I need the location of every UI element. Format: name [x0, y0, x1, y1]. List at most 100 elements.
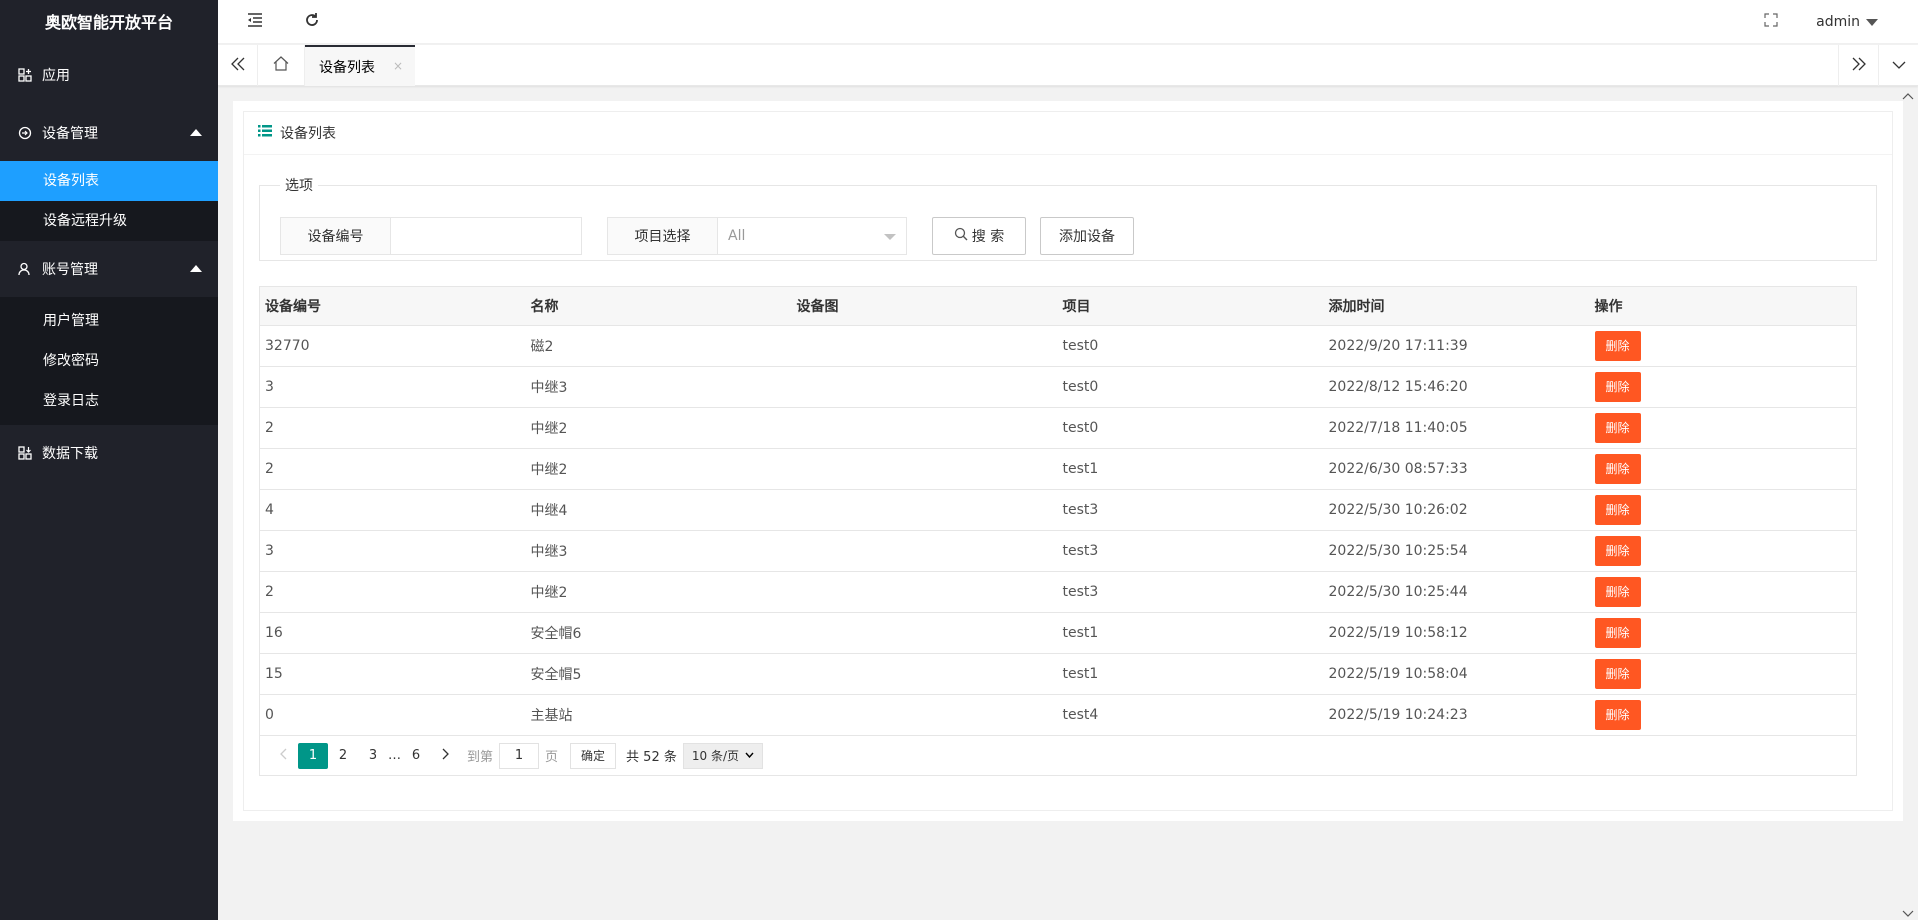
- sidebar-item-account-management[interactable]: 账号管理: [0, 241, 218, 297]
- page-1[interactable]: 1: [298, 742, 328, 769]
- project-select-label: 项目选择: [608, 218, 718, 254]
- cell-name: 中继2: [525, 407, 792, 449]
- page-6[interactable]: 6: [401, 743, 431, 769]
- fullscreen-button[interactable]: [1749, 0, 1793, 44]
- device-management-submenu: 设备列表 设备远程升级: [0, 161, 218, 241]
- sidebar-item-data-download[interactable]: 数据下载: [0, 425, 218, 481]
- collapse-caret-icon: [190, 129, 202, 136]
- cell-device-no: 2: [259, 448, 526, 490]
- sidebar-item-device-upgrade[interactable]: 设备远程升级: [0, 201, 218, 241]
- sidebar-item-label: 设备管理: [42, 126, 98, 142]
- col-image[interactable]: 设备图: [791, 286, 1058, 326]
- page-ellipsis: …: [388, 748, 401, 763]
- page-size-select[interactable]: 10 条/页: [682, 742, 763, 769]
- search-button[interactable]: 搜 索: [932, 217, 1026, 255]
- delete-button[interactable]: 删除: [1594, 495, 1641, 525]
- page-3[interactable]: 3: [358, 743, 388, 769]
- device-no-group: 设备编号: [280, 217, 582, 255]
- tabs-menu-button[interactable]: [1878, 45, 1918, 86]
- col-added-time[interactable]: 添加时间: [1323, 286, 1590, 326]
- scroll-up-icon[interactable]: [1902, 88, 1914, 100]
- cell-added-time: 2022/5/19 10:58:04: [1323, 653, 1590, 695]
- filter-row: 设备编号 项目选择 All 搜 索 添加设备: [280, 217, 1134, 255]
- cell-added-time: 2022/9/20 17:11:39: [1323, 325, 1590, 367]
- cell-actions: 删除: [1589, 612, 1857, 654]
- add-device-button[interactable]: 添加设备: [1040, 217, 1134, 255]
- goto-page-input[interactable]: 1: [499, 742, 540, 769]
- goto-confirm-button[interactable]: 确定: [570, 742, 617, 769]
- delete-button[interactable]: 删除: [1594, 454, 1641, 484]
- cell-actions: 删除: [1589, 571, 1857, 613]
- tabs-bar: 设备列表 ×: [218, 45, 1918, 86]
- cell-image: [791, 571, 1058, 613]
- sidebar-item-device-management[interactable]: 设备管理: [0, 105, 218, 161]
- delete-button[interactable]: 删除: [1594, 536, 1641, 566]
- page-2[interactable]: 2: [328, 743, 358, 769]
- sidebar-item-user-management[interactable]: 用户管理: [0, 301, 218, 341]
- delete-button[interactable]: 删除: [1594, 700, 1641, 730]
- main-content: 设备列表 选项 设备编号 项目选择 All 搜 索 添加设备 设备编号 名称 设…: [233, 101, 1903, 821]
- table-row: 3 中继3 test3 2022/5/30 10:25:54 删除: [259, 530, 1857, 572]
- cell-project: test3: [1057, 571, 1324, 613]
- sidebar-item-device-list[interactable]: 设备列表: [0, 161, 218, 201]
- cell-added-time: 2022/7/18 11:40:05: [1323, 407, 1590, 449]
- cell-name: 中继3: [525, 530, 792, 572]
- project-select[interactable]: All: [718, 218, 906, 254]
- cell-name: 安全帽6: [525, 612, 792, 654]
- delete-button[interactable]: 删除: [1594, 372, 1641, 402]
- sidebar-item-apps[interactable]: 应用: [0, 45, 218, 105]
- prev-page-button[interactable]: [268, 743, 298, 769]
- delete-button[interactable]: 删除: [1594, 331, 1641, 361]
- col-name[interactable]: 名称: [525, 286, 792, 326]
- user-menu[interactable]: admin: [1816, 0, 1878, 44]
- col-project[interactable]: 项目: [1057, 286, 1324, 326]
- delete-button[interactable]: 删除: [1594, 577, 1641, 607]
- next-page-button[interactable]: [431, 743, 461, 769]
- refresh-button[interactable]: [290, 0, 334, 44]
- cell-added-time: 2022/5/19 10:24:23: [1323, 694, 1590, 736]
- close-icon[interactable]: ×: [393, 59, 403, 73]
- account-management-submenu: 用户管理 修改密码 登录日志: [0, 297, 218, 425]
- chevron-down-icon: [745, 750, 754, 761]
- tab-device-list[interactable]: 设备列表 ×: [305, 45, 415, 86]
- cell-project: test0: [1057, 366, 1324, 408]
- filter-fieldset: 选项 设备编号 项目选择 All 搜 索 添加设备: [259, 175, 1877, 261]
- device-no-input[interactable]: [391, 218, 581, 254]
- cell-name: 中继4: [525, 489, 792, 531]
- cell-actions: 删除: [1589, 325, 1857, 367]
- cell-actions: 删除: [1589, 366, 1857, 408]
- project-select-group: 项目选择 All: [607, 217, 907, 255]
- tabs-scroll-right-button[interactable]: [1838, 45, 1878, 86]
- chevron-down-icon: [1892, 58, 1906, 74]
- sidebar-item-change-password[interactable]: 修改密码: [0, 341, 218, 381]
- table-row: 2 中继2 test3 2022/5/30 10:25:44 删除: [259, 571, 1857, 613]
- cell-project: test1: [1057, 448, 1324, 490]
- cell-name: 中继3: [525, 366, 792, 408]
- device-list-card: 设备列表 选项 设备编号 项目选择 All 搜 索 添加设备 设备编号 名称 设…: [243, 111, 1893, 811]
- tab-label: 设备列表: [319, 59, 375, 76]
- cell-image: [791, 530, 1058, 572]
- search-icon: [954, 227, 968, 245]
- home-tab-button[interactable]: [258, 45, 305, 86]
- cell-project: test1: [1057, 612, 1324, 654]
- tabs-scroll-left-button[interactable]: [218, 45, 258, 86]
- cell-project: test0: [1057, 325, 1324, 367]
- chevron-down-icon: [884, 234, 896, 240]
- table-row: 2 中继2 test0 2022/7/18 11:40:05 删除: [259, 407, 1857, 449]
- cell-name: 中继2: [525, 448, 792, 490]
- cell-device-no: 16: [259, 612, 526, 654]
- cell-project: test0: [1057, 407, 1324, 449]
- cell-device-no: 4: [259, 489, 526, 531]
- delete-button[interactable]: 删除: [1594, 413, 1641, 443]
- delete-button[interactable]: 删除: [1594, 659, 1641, 689]
- cell-added-time: 2022/5/30 10:25:54: [1323, 530, 1590, 572]
- toggle-sidebar-button[interactable]: [233, 0, 277, 44]
- cell-added-time: 2022/5/30 10:25:44: [1323, 571, 1590, 613]
- delete-button[interactable]: 删除: [1594, 618, 1641, 648]
- cell-image: [791, 448, 1058, 490]
- home-icon: [273, 56, 289, 75]
- cell-project: test4: [1057, 694, 1324, 736]
- sidebar-item-login-log[interactable]: 登录日志: [0, 381, 218, 421]
- col-device-no[interactable]: 设备编号: [259, 286, 526, 326]
- scroll-down-icon[interactable]: [1902, 906, 1914, 917]
